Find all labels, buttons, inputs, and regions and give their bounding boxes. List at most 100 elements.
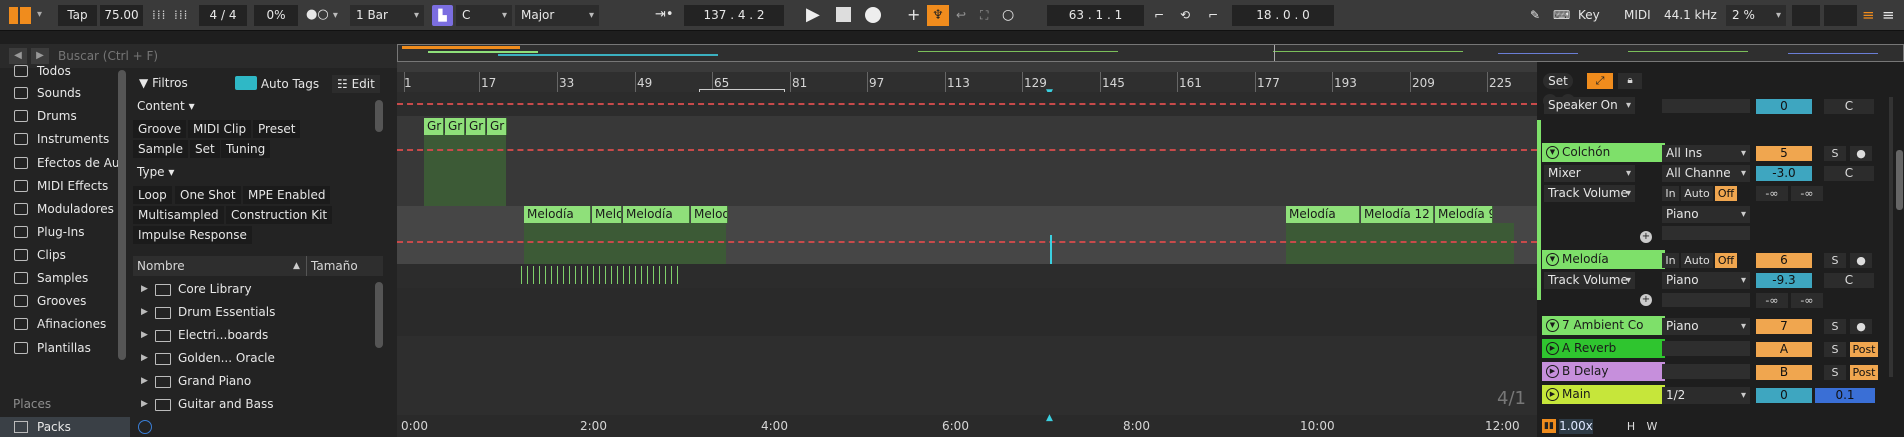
ambient-track-number[interactable]: 7 bbox=[1756, 319, 1812, 334]
tag-midi-clip[interactable]: MIDI Clip bbox=[188, 120, 252, 138]
clip-melodia[interactable]: Melodía bbox=[524, 206, 591, 223]
delay-post-button[interactable]: Post bbox=[1850, 365, 1878, 380]
song-overview[interactable] bbox=[397, 44, 1904, 62]
clip-grain[interactable]: Gr bbox=[445, 118, 465, 135]
delay-letter[interactable]: B bbox=[1756, 365, 1812, 380]
automation-line[interactable] bbox=[397, 103, 1537, 105]
punch-out-icon[interactable]: ⌐ bbox=[1208, 4, 1218, 26]
track-header-melodia[interactable]: ▼ Melodía bbox=[1542, 250, 1665, 269]
cpu-meter[interactable]: 2 % bbox=[1726, 5, 1786, 26]
ambient-solo-button[interactable]: S bbox=[1824, 319, 1846, 334]
category-grooves[interactable]: Grooves bbox=[0, 290, 120, 312]
melodia-solo-button[interactable]: S bbox=[1824, 253, 1846, 268]
key-dropdown[interactable]: C bbox=[456, 5, 512, 26]
draw-mode-icon[interactable]: ✎ bbox=[1530, 4, 1540, 26]
overdub-icon[interactable]: + bbox=[907, 4, 920, 26]
midi-notes-strip[interactable] bbox=[521, 266, 681, 284]
session-record-icon[interactable]: ○ bbox=[1002, 4, 1014, 26]
automation-line[interactable] bbox=[397, 149, 1537, 151]
track-header-delay[interactable]: ▶ B Delay bbox=[1542, 362, 1665, 381]
metronome-bars-icon[interactable]: ⁞⁞⁞ bbox=[152, 4, 166, 26]
column-size-header[interactable]: Tamaño bbox=[311, 256, 358, 276]
column-name-header[interactable]: Nombre bbox=[137, 256, 185, 276]
colchon-volume[interactable]: -3.0 bbox=[1756, 166, 1812, 181]
level-meter-icon[interactable]: ▮▮ bbox=[1542, 419, 1556, 433]
pack-row-guitar-and-bass[interactable]: ▶ Guitar and Bass bbox=[133, 393, 383, 416]
play-track-icon[interactable]: ▶ bbox=[1546, 388, 1559, 401]
follow-icon[interactable]: ⇥• bbox=[655, 4, 674, 26]
tag-set[interactable]: Set bbox=[190, 140, 220, 158]
live-logo-icon[interactable] bbox=[9, 7, 31, 24]
ambient-arm-icon[interactable]: ● bbox=[1850, 319, 1872, 334]
clip-body[interactable] bbox=[1286, 223, 1514, 264]
tag-sample[interactable]: Sample bbox=[133, 140, 188, 158]
lane-delay[interactable] bbox=[397, 312, 1537, 336]
beat-time-ruler[interactable]: 1 17 33 49 65 81 97 113 129 145 161 177 … bbox=[397, 72, 1537, 92]
delay-solo-button[interactable]: S bbox=[1824, 365, 1846, 380]
melodia-output-dropdown[interactable]: Piano bbox=[1662, 272, 1750, 289]
pack-row-drum-essentials[interactable]: ▶ Drum Essentials bbox=[133, 301, 383, 324]
clip-grain[interactable]: Gr bbox=[487, 118, 507, 135]
expand-arrow-icon[interactable]: ▶ bbox=[141, 393, 148, 416]
quantize-dropdown[interactable]: 1 Bar bbox=[350, 5, 424, 26]
lane-main[interactable] bbox=[397, 336, 1537, 415]
colchon-param-dropdown[interactable]: Track Volume bbox=[1544, 185, 1635, 202]
clip-melodia[interactable]: Melodía 9 bbox=[1435, 206, 1493, 223]
tag-groove[interactable]: Groove bbox=[133, 120, 187, 138]
play-button[interactable]: ▶ bbox=[806, 4, 820, 26]
automation-line[interactable] bbox=[397, 241, 1537, 243]
reverb-solo-button[interactable]: S bbox=[1824, 342, 1846, 357]
main-track-number[interactable]: 0 bbox=[1756, 388, 1812, 403]
key-map-button[interactable]: Key bbox=[1578, 4, 1600, 26]
expand-arrow-icon[interactable]: ▶ bbox=[141, 278, 148, 301]
tag-one-shot[interactable]: One Shot bbox=[175, 186, 241, 204]
fold-track-icon[interactable]: ▼ bbox=[1546, 319, 1559, 332]
track-header-reverb[interactable]: ▶ A Reverb bbox=[1542, 339, 1665, 358]
main-output-dropdown[interactable]: 1/2 bbox=[1662, 387, 1750, 404]
melodia-monitor-in[interactable]: In bbox=[1662, 253, 1679, 268]
clip-body[interactable] bbox=[424, 133, 506, 206]
reverb-output-field[interactable] bbox=[1662, 341, 1750, 356]
expand-arrow-icon[interactable]: ▶ bbox=[141, 370, 148, 393]
melodia-volume[interactable]: -9.3 bbox=[1756, 273, 1812, 288]
colchon-arm-icon[interactable]: ● bbox=[1850, 146, 1872, 161]
lane-colchon[interactable] bbox=[397, 116, 1537, 206]
tag-preset[interactable]: Preset bbox=[253, 120, 301, 138]
category-todos[interactable]: Todos bbox=[0, 60, 120, 82]
melodia-param-dropdown[interactable]: Track Volume bbox=[1544, 272, 1635, 289]
preview-icon[interactable] bbox=[138, 420, 152, 434]
file-list-scrollbar[interactable] bbox=[375, 282, 383, 348]
tag-multisampled[interactable]: Multisampled bbox=[133, 206, 224, 224]
automation-arm-icon[interactable]: ♆ bbox=[927, 5, 949, 26]
expand-arrows-icon[interactable]: ⤢ bbox=[1587, 73, 1613, 89]
tag-tuning[interactable]: Tuning bbox=[221, 140, 271, 158]
top-track-number[interactable]: 0 bbox=[1756, 99, 1812, 114]
clip-melodia[interactable]: Melodía bbox=[623, 206, 690, 223]
ambient-output-dropdown[interactable]: Piano bbox=[1662, 318, 1750, 335]
menu-chevron-icon[interactable]: ▾ bbox=[37, 4, 42, 26]
playhead-marker-icon[interactable]: ▲ bbox=[1046, 413, 1053, 423]
mixer-scrollbar[interactable] bbox=[1896, 150, 1903, 210]
top-pan[interactable]: C bbox=[1824, 99, 1874, 114]
category-clips[interactable]: Clips bbox=[0, 244, 120, 266]
main-volume[interactable]: 0.1 bbox=[1815, 388, 1875, 403]
clip-melodia[interactable]: Melodía bbox=[1286, 206, 1360, 223]
lane-reverb[interactable] bbox=[397, 288, 1537, 312]
category-plugins[interactable]: Plug-Ins bbox=[0, 221, 120, 243]
category-audio-effects[interactable]: Efectos de Au bbox=[0, 152, 120, 174]
scale-mode-icon[interactable]: ▙ bbox=[432, 5, 453, 26]
colchon-device-dropdown[interactable]: Mixer bbox=[1544, 165, 1635, 182]
expand-arrow-icon[interactable]: ▶ bbox=[141, 301, 148, 324]
computer-keyboard-icon[interactable]: ⌨ bbox=[1553, 4, 1570, 26]
play-track-icon[interactable]: ▶ bbox=[1546, 342, 1559, 355]
time-signature-field[interactable]: 4 / 4 bbox=[199, 5, 247, 26]
speaker-output-field[interactable] bbox=[1662, 99, 1750, 113]
melodia-output-channel[interactable] bbox=[1662, 293, 1750, 307]
groove-amount-field[interactable]: 0% bbox=[254, 5, 298, 26]
category-templates[interactable]: Plantillas bbox=[0, 337, 120, 359]
expand-arrow-icon[interactable]: ▶ bbox=[141, 347, 148, 370]
expand-arrow-icon[interactable]: ▶ bbox=[141, 324, 148, 347]
colchon-monitor-off[interactable]: Off bbox=[1715, 186, 1737, 201]
add-automation-icon[interactable]: + bbox=[1640, 294, 1652, 306]
clip-body[interactable] bbox=[524, 223, 726, 264]
